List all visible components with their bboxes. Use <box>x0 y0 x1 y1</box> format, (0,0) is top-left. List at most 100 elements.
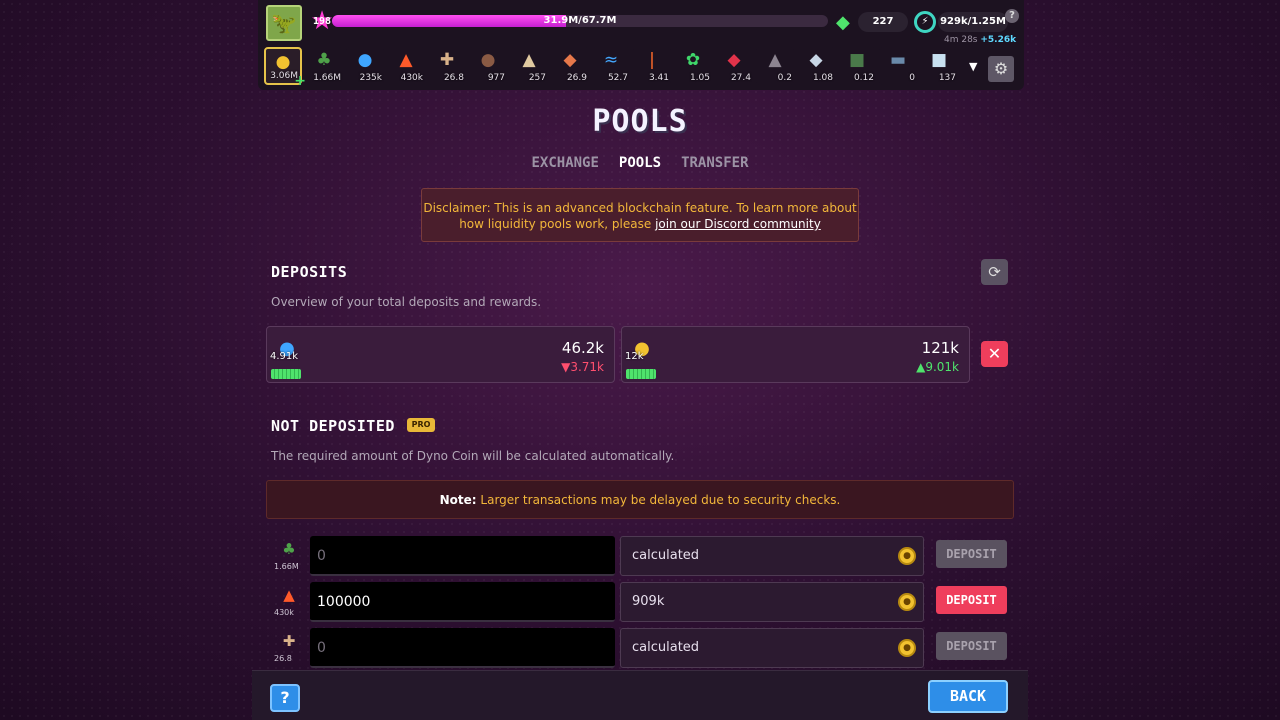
change-value: 9.01k <box>925 360 959 374</box>
disclaimer-line-1: Disclaimer: This is an advanced blockcha… <box>423 201 857 215</box>
resource-amount: 3.41 <box>648 73 669 83</box>
energy-help-icon[interactable]: ? <box>1005 9 1019 23</box>
disclaimer-line-2: how liquidity pools work, please join ou… <box>422 216 858 232</box>
discord-link[interactable]: join our Discord community <box>655 217 821 231</box>
security-note: Note: Larger transactions may be delayed… <box>266 480 1014 519</box>
page-title: POOLS <box>592 104 688 139</box>
dyno-coin-icon: ● <box>898 593 916 611</box>
deposit-button[interactable]: DEPOSIT <box>936 632 1007 660</box>
grass-icon: ♣ <box>316 50 332 70</box>
resource-amount: 235k <box>359 73 382 83</box>
tab-exchange[interactable]: EXCHANGE <box>531 155 598 171</box>
meat-icon: ◆ <box>563 50 577 70</box>
resource-slot[interactable]: ✚ 26.8 <box>428 47 466 85</box>
deposit-row: ✚ 26.8 0 calculated ● DEPOSIT <box>270 628 1010 668</box>
fire-icon: ▲ <box>283 586 295 604</box>
tab-pools[interactable]: POOLS <box>619 155 661 171</box>
resource-slot[interactable]: ● 3.06M + <box>264 47 306 89</box>
row-token-amount: 430k <box>274 608 294 617</box>
resource-slot[interactable]: ■ 0.12 <box>838 47 876 85</box>
crystal-icon: ◆ <box>809 50 823 70</box>
deposit-value: 46.2k <box>561 339 604 357</box>
resource-slot[interactable]: ✿ 1.05 <box>674 47 712 85</box>
deposit-token-amount: 4.91k <box>270 351 299 362</box>
plank-icon: ▬ <box>889 50 907 70</box>
resource-amount: 0 <box>909 73 915 83</box>
settings-gear-icon[interactable]: ⚙ <box>988 56 1014 82</box>
resource-slot[interactable]: | 3.41 <box>633 47 671 85</box>
calculated-coin-field: calculated <box>620 536 924 576</box>
bottom-bar: ? BACK <box>252 670 1028 720</box>
back-button[interactable]: BACK <box>928 680 1008 713</box>
change-arrow-icon: ▼ <box>561 360 571 374</box>
resource-slot[interactable]: ≈52.7 <box>592 47 630 85</box>
refresh-button[interactable]: ⟳ <box>981 259 1008 285</box>
resource-amount: 26.9 <box>566 73 587 83</box>
deposit-card: ● 4.91k 46.2k ▼3.71k <box>266 326 615 383</box>
deposit-change: ▲9.01k <box>916 360 959 374</box>
herb-icon: ✿ <box>685 50 701 70</box>
resource-slot[interactable]: ◆ 26.9 <box>551 47 589 85</box>
deposit-button[interactable]: DEPOSIT <box>936 540 1007 568</box>
dyno-coin-icon: ● <box>898 639 916 657</box>
energy-icon: ⚡ <box>914 11 936 33</box>
resource-amount: 0.2 <box>777 73 792 83</box>
resource-amount: 0.12 <box>853 73 874 83</box>
resource-slot[interactable]: ▲ 430k <box>387 47 425 85</box>
resource-slot[interactable]: ■ 137 <box>920 47 958 85</box>
rock-icon: ● <box>480 50 496 70</box>
deposit-amount-input[interactable]: 0 <box>310 536 615 576</box>
resource-amount: 26.8 <box>443 73 464 83</box>
resource-amount: 27.4 <box>730 73 751 83</box>
deposit-row: ♣ 1.66M 0 calculated ● DEPOSIT <box>270 536 1010 576</box>
resource-slot[interactable]: ◆ 1.08 <box>797 47 835 85</box>
xp-text: 31.9M/67.7M <box>543 15 617 26</box>
gem-count[interactable]: 227 <box>858 12 908 32</box>
help-button[interactable]: ? <box>270 684 300 712</box>
tab-bar: EXCHANGE POOLS TRANSFER <box>0 155 1280 171</box>
resource-slot[interactable]: ● 235k <box>346 47 384 85</box>
player-avatar[interactable]: 🦖 <box>266 5 302 41</box>
resource-amount: 52.7 <box>607 73 628 83</box>
disclaimer-banner: Disclaimer: This is an advanced blockcha… <box>421 188 859 242</box>
energy-timer: 4m 28s <box>944 35 978 45</box>
resource-amount: 257 <box>528 73 546 83</box>
deposit-change: ▼3.71k <box>561 360 604 374</box>
deposit-amount-input[interactable]: 0 <box>310 628 615 668</box>
not-deposited-subtitle: The required amount of Dyno Coin will be… <box>271 449 675 463</box>
disclaimer-text: how liquidity pools work, please <box>459 217 656 231</box>
fire-icon: ▲ <box>399 50 413 70</box>
change-arrow-icon: ▲ <box>916 360 926 374</box>
resource-slot[interactable]: ▲ 0.2 <box>756 47 794 85</box>
canister-icon: ■ <box>848 50 866 70</box>
not-deposited-heading: NOT DEPOSITED <box>271 417 395 435</box>
expand-resources-icon[interactable]: ▼ <box>969 60 977 73</box>
resource-bar: ● 3.06M + ♣ 1.66M ● 235k ▲ 430k ✚ 26.8 ● 977 ▲ 257 ◆ 26.… <box>264 47 994 89</box>
machine-icon: ■ <box>930 50 948 70</box>
deposit-button[interactable]: DEPOSIT <box>936 586 1007 614</box>
deposit-value: 121k <box>921 339 959 357</box>
resource-amount: 430k <box>400 73 423 83</box>
deposit-amount-input[interactable]: 100000 <box>310 582 615 622</box>
resource-slot[interactable]: ▬ 0 <box>879 47 917 85</box>
gem-icon: ◆ <box>836 12 850 33</box>
note-text: Larger transactions may be delayed due t… <box>480 493 841 507</box>
torch-icon: | <box>649 50 655 70</box>
resource-slot[interactable]: ▲ 257 <box>510 47 548 85</box>
withdraw-close-button[interactable]: ✕ <box>981 341 1008 367</box>
grass-icon: ♣ <box>282 540 296 558</box>
player-level: 198 <box>313 16 332 27</box>
energy-regen: 4m 28s +5.26k <box>944 35 1016 45</box>
ruby-icon: ◆ <box>727 50 741 70</box>
resource-slot[interactable]: ♣ 1.66M <box>305 47 343 85</box>
deposits-subtitle: Overview of your total deposits and rewa… <box>271 295 542 309</box>
energy-count[interactable]: 929k/1.25M <box>938 12 1008 32</box>
deposits-heading: DEPOSITS <box>271 263 348 281</box>
resource-slot[interactable]: ◆ 27.4 <box>715 47 753 85</box>
tab-transfer[interactable]: TRANSFER <box>681 155 748 171</box>
wave-icon: ≈ <box>603 50 619 70</box>
deposit-card: ● 12k 121k ▲9.01k <box>621 326 970 383</box>
resource-slot[interactable]: ● 977 <box>469 47 507 85</box>
flask-icon: ▲ <box>768 50 782 70</box>
calculated-coin-field: calculated <box>620 628 924 668</box>
